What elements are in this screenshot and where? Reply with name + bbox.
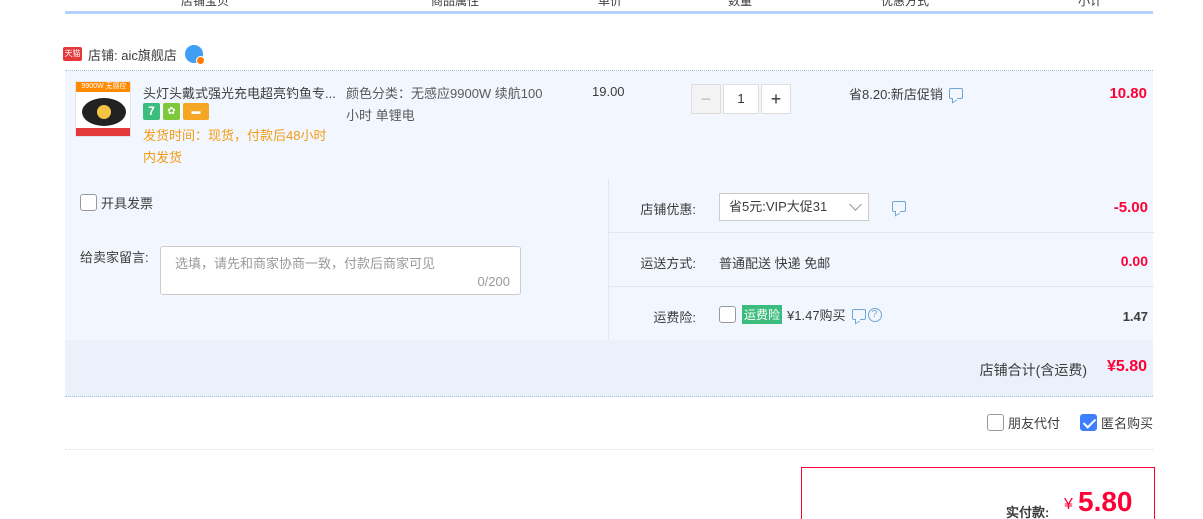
shop-row: 天猫 店铺: aic旗舰店 <box>63 44 205 65</box>
col-discount: 优惠方式 <box>880 0 929 8</box>
discount-select[interactable]: 省5元:VIP大促31 <box>719 193 869 221</box>
col-subtotal: 小计 <box>1077 0 1102 8</box>
col-unit-price: 单价 <box>597 0 622 8</box>
product-attributes: 颜色分类：无感应9900W 续航100小时 单锂电 <box>346 86 543 123</box>
shop-total-row: 店铺合计(含运费) ¥5.80 <box>65 340 1153 397</box>
headlamp-image <box>82 98 126 126</box>
tmall-icon: 天猫 <box>63 47 82 61</box>
fee-summary: 店铺优惠: 省5元:VIP大促31 -5.00 运送方式: 普通配送 快递 免邮… <box>608 179 1154 341</box>
anonymous-label: 匿名购买 <box>1100 416 1153 431</box>
thumbnail-bar <box>76 128 130 136</box>
shop-total-value: ¥5.80 <box>1106 358 1147 375</box>
friend-pay-checkbox[interactable] <box>986 414 1004 431</box>
shop-total-label: 店铺合计(含运费) <box>979 362 1087 378</box>
col-quantity: 数量 <box>727 0 752 8</box>
invoice-option[interactable]: 开具发票 <box>80 193 153 212</box>
order-box: 9900W 无感应 头灯头戴式强光充电超亮钓鱼专... 7 ✿ ▬ 发货时间：现… <box>65 70 1154 397</box>
qty-input[interactable]: 1 <box>723 84 759 114</box>
anonymous-checkbox[interactable] <box>1079 414 1097 431</box>
friend-pay-label: 朋友代付 <box>1007 416 1060 431</box>
qty-decrease-button[interactable]: − <box>691 84 721 114</box>
comment-icon[interactable] <box>948 88 963 99</box>
chevron-down-icon <box>849 198 862 211</box>
shipping-row: 运送方式: 普通配送 快递 免邮 0.00 <box>609 233 1154 287</box>
divider <box>65 449 1153 450</box>
insurance-tag: 运费险 <box>742 305 783 324</box>
unit-price: 19.00 <box>592 84 625 99</box>
seller-message-label: 给卖家留言: <box>80 250 149 265</box>
shop-name-link[interactable]: 店铺: aic旗舰店 <box>88 45 177 64</box>
thumbnail-band: 9900W 无感应 <box>76 82 130 92</box>
pay-currency: ¥ <box>1064 496 1073 513</box>
discount-label: 店铺优惠: <box>640 202 696 217</box>
insurance-value: 1.47 <box>1122 309 1148 324</box>
product-thumbnail[interactable]: 9900W 无感应 <box>75 81 131 137</box>
help-icon[interactable]: ? <box>867 307 882 322</box>
shipping-label: 运送方式: <box>640 256 696 271</box>
discount-value: -5.00 <box>1113 199 1148 216</box>
shipping-method: 普通配送 快递 免邮 <box>719 256 831 271</box>
col-shop-item: 店铺宝贝 <box>180 0 229 8</box>
gift-icon[interactable]: ✿ <box>163 103 180 120</box>
item-row: 9900W 无感应 头灯头戴式强光充电超亮钓鱼专... 7 ✿ ▬ 发货时间：现… <box>65 71 1153 179</box>
column-header: 店铺宝贝 商品属性 单价 数量 优惠方式 小计 <box>65 0 1153 14</box>
quantity-stepper: − 1 + <box>691 84 791 114</box>
insurance-row: 运费险: 运费险 ¥1.47购买 ? 1.47 <box>609 287 1154 341</box>
shipping-value: 0.00 <box>1120 253 1148 269</box>
comment-icon[interactable] <box>851 309 866 320</box>
service-badges: 7 ✿ ▬ <box>143 103 209 120</box>
anonymous-option[interactable]: 匿名购买 <box>1079 413 1153 432</box>
payment-box: 实付款: ¥ 5.80 <box>801 467 1155 519</box>
discount-row: 店铺优惠: 省5元:VIP大促31 -5.00 <box>609 179 1154 233</box>
message-placeholder: 选填，请先和商家协商一致，付款后商家可见 <box>175 256 436 271</box>
col-attributes: 商品属性 <box>430 0 479 8</box>
qty-increase-button[interactable]: + <box>761 84 791 114</box>
buyer-options: 开具发票 给卖家留言: 选填，请先和商家协商一致，付款后商家可见 0/200 <box>65 179 608 340</box>
insurance-label: 运费险: <box>653 310 696 325</box>
purchase-options: 朋友代付 匿名购买 <box>986 413 1153 432</box>
pay-label: 实付款: <box>1006 505 1050 519</box>
product-title-link[interactable]: 头灯头戴式强光充电超亮钓鱼专... <box>143 83 343 102</box>
invoice-label: 开具发票 <box>101 196 154 211</box>
insurance-checkbox[interactable] <box>719 306 736 323</box>
seller-message-input[interactable]: 选填，请先和商家协商一致，付款后商家可见 0/200 <box>160 246 521 295</box>
discount-select-value: 省5元:VIP大促31 <box>729 199 828 214</box>
promo-text: 省8.20:新店促销 <box>849 84 963 103</box>
message-char-count: 0/200 <box>477 274 510 289</box>
pay-value: 5.80 <box>1078 486 1133 517</box>
friend-pay-option[interactable]: 朋友代付 <box>986 413 1060 432</box>
credit-card-icon[interactable]: ▬ <box>183 103 209 120</box>
insurance-price: ¥1.47购买 <box>787 308 846 323</box>
item-subtotal: 10.80 <box>1109 85 1147 102</box>
invoice-checkbox[interactable] <box>80 194 97 211</box>
ship-time: 发货时间：现货，付款后48小时内发货 <box>143 128 327 165</box>
insurance-option[interactable]: 运费险 ¥1.47购买 ? <box>719 305 882 324</box>
comment-icon[interactable] <box>892 201 906 212</box>
promo-label: 省8.20:新店促销 <box>849 87 943 102</box>
seven-day-return-icon[interactable]: 7 <box>143 103 160 120</box>
wangwang-chat-icon[interactable] <box>184 45 205 65</box>
